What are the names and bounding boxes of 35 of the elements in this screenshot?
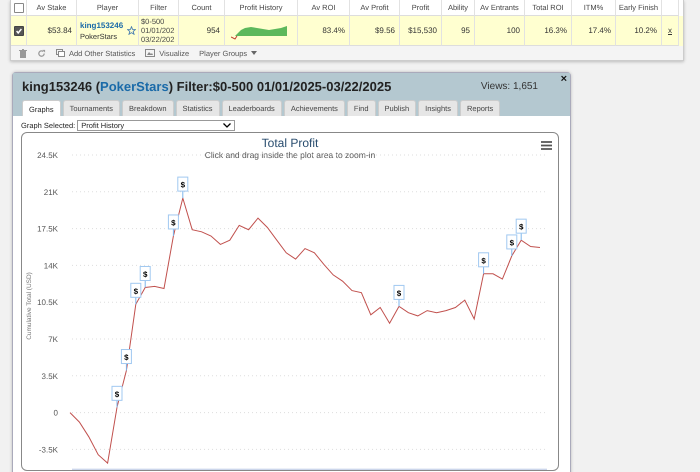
chart-title: Total Profit <box>262 136 318 150</box>
y-tick-label: 7K <box>48 335 58 344</box>
y-tick-label: 0 <box>54 408 58 418</box>
menu-icon[interactable] <box>541 141 552 150</box>
refresh-icon[interactable] <box>37 48 46 58</box>
annotation: $ <box>114 390 120 399</box>
window-icon <box>56 49 65 57</box>
annotation: $ <box>510 238 515 248</box>
y-tick-label: 14K <box>44 261 58 270</box>
y-tick-label: 21K <box>44 188 58 197</box>
remove-link[interactable]: x <box>668 26 672 35</box>
annotation: $ <box>171 218 176 228</box>
annotation: $ <box>142 270 148 279</box>
row-checkbox[interactable] <box>14 26 24 36</box>
y-tick-label: 24.5K <box>37 151 58 160</box>
annotation: $ <box>180 180 186 190</box>
star-icon[interactable] <box>127 26 136 35</box>
player-link[interactable]: king153246 <box>80 20 124 30</box>
panel-title: king153246 (PokerStars) Filter:$0-500 01/01/2025-03/22/2025 <box>22 79 392 94</box>
annotation: $ <box>481 256 486 266</box>
y-tick-label: 10.5K <box>37 298 58 308</box>
y-tick-label: 3.5K <box>42 372 58 381</box>
annotation: $ <box>134 286 139 296</box>
chevron-icon <box>223 123 232 128</box>
close-button[interactable]: × <box>560 73 567 85</box>
y-tick-label: -3.5K <box>38 445 58 454</box>
caret-icon <box>251 51 258 55</box>
views-count: Views: 1,651 <box>480 81 538 92</box>
select-all-checkbox[interactable] <box>14 2 24 12</box>
annotation: $ <box>518 222 524 232</box>
annotation: $ <box>396 288 402 298</box>
y-tick-label: 17.5K <box>37 224 58 234</box>
image-icon <box>145 49 156 57</box>
annotation: $ <box>124 353 130 362</box>
trash-icon[interactable] <box>19 48 27 58</box>
